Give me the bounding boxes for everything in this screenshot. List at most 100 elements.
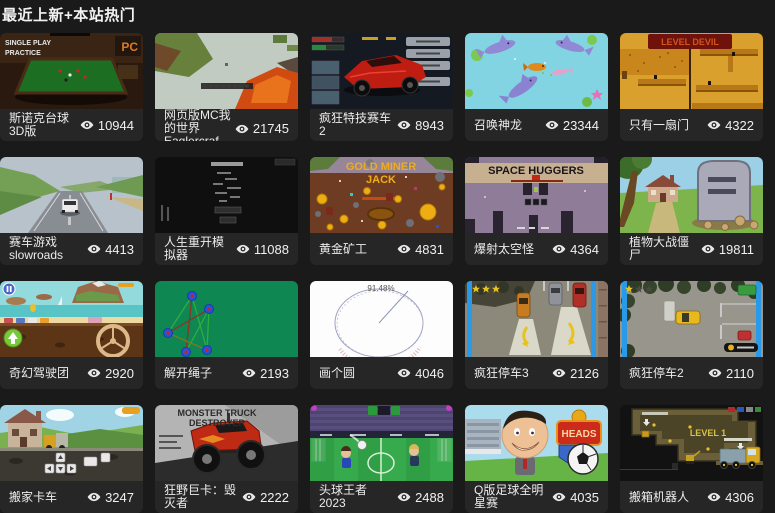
slowroads-thumb-art: [0, 157, 143, 233]
game-title: 赛车游戏 slowroads: [9, 236, 83, 262]
game-card[interactable]: SPACE HUGGERS 爆射太空怪 4364: [465, 157, 608, 265]
views-icon: [701, 242, 715, 256]
card-footer: 人生重开模拟器 11088: [155, 233, 298, 265]
thumb-overlay-text: JACK: [366, 174, 396, 186]
view-count: 4306: [707, 490, 754, 505]
head-soccer-thumb-art: [310, 405, 453, 481]
game-thumbnail: [310, 405, 453, 481]
views-icon: [242, 490, 256, 504]
game-card[interactable]: MONSTER TRUCK DESTROYER 狂野巨卡：毁灭者 2222: [155, 405, 298, 513]
card-footer: 赛车游戏 slowroads 4413: [0, 233, 143, 265]
game-thumbnail: MONSTER TRUCK DESTROYER: [155, 405, 298, 481]
view-count: 2488: [397, 490, 444, 505]
card-footer: 搬箱机器人 4306: [620, 481, 763, 513]
game-card[interactable]: 网页版MC我的世界Eaglercraf... 21745: [155, 33, 298, 141]
view-count-value: 4046: [415, 366, 444, 381]
view-count-value: 8943: [415, 118, 444, 133]
view-count-value: 4364: [570, 242, 599, 257]
views-icon: [397, 242, 411, 256]
game-card[interactable]: 疯狂特技赛车2 8943: [310, 33, 453, 141]
card-footer: Q版足球全明星赛 4035: [465, 481, 608, 513]
view-count-value: 4831: [415, 242, 444, 257]
game-title: 搬家卡车: [9, 491, 57, 504]
game-thumbnail: [0, 405, 143, 481]
view-count: 4322: [707, 118, 754, 133]
thumb-overlay-text: MONSTER TRUCK: [178, 408, 257, 418]
thumb-overlay-text: SINGLE PLAY: [5, 40, 51, 47]
views-icon: [235, 122, 249, 136]
game-thumbnail: [0, 157, 143, 233]
game-title: 黄金矿工: [319, 243, 367, 256]
view-count: 4046: [397, 366, 444, 381]
game-card[interactable]: 植物大战僵尸 19811: [620, 157, 763, 265]
view-count-value: 11088: [254, 242, 289, 257]
card-footer: 画个圆 4046: [310, 357, 453, 389]
views-icon: [397, 490, 411, 504]
game-card[interactable]: HEADS Q版足球全明星赛 4035: [465, 405, 608, 513]
views-icon: [552, 242, 566, 256]
game-card[interactable]: 91.48% 画个圆 4046: [310, 281, 453, 389]
card-footer: 斯诺克台球3D版 10944: [0, 109, 143, 141]
thumb-overlay-text: LEVEL 1: [690, 428, 726, 438]
life-restart-thumb-art: [155, 157, 298, 233]
game-thumbnail: [465, 33, 608, 109]
view-count-value: 23344: [563, 118, 599, 133]
view-count: 3247: [87, 490, 134, 505]
game-card[interactable]: 搬家卡车 3247: [0, 405, 143, 513]
card-footer: 只有一扇门 4322: [620, 109, 763, 141]
game-title: 人生重开模拟器: [164, 236, 232, 262]
game-card[interactable]: 疯狂停车3 2126: [465, 281, 608, 389]
monster-truck-thumb-art: MONSTER TRUCK DESTROYER: [155, 405, 298, 481]
game-card[interactable]: 赛车游戏 slowroads 4413: [0, 157, 143, 265]
views-icon: [552, 366, 566, 380]
thumb-overlay-text: PC: [121, 40, 138, 54]
views-icon: [87, 490, 101, 504]
view-count: 2126: [552, 366, 599, 381]
views-icon: [80, 118, 94, 132]
game-grid: SINGLE PLAY PRACTICE PC 斯诺克台球3D版 10944: [0, 33, 775, 513]
game-card[interactable]: GOLD MINER JACK 黄金矿工 4831: [310, 157, 453, 265]
card-footer: 疯狂停车2 2110: [620, 357, 763, 389]
heads-football-thumb-art: HEADS: [465, 405, 608, 481]
view-count-value: 4413: [105, 242, 134, 257]
thumb-overlay-text: 91.48%: [367, 284, 394, 293]
thumb-overlay-text: PRACTICE: [5, 50, 41, 57]
game-card[interactable]: LEVEL DEVIL 只有一扇门 4322: [620, 33, 763, 141]
minecraft-thumb-art: [155, 33, 298, 109]
view-count-value: 4306: [725, 490, 754, 505]
game-thumbnail: HEADS: [465, 405, 608, 481]
views-icon: [545, 118, 559, 132]
card-footer: 疯狂停车3 2126: [465, 357, 608, 389]
thumb-overlay-text: GOLD MINER: [346, 161, 416, 173]
view-count-value: 2193: [260, 366, 289, 381]
view-count: 10944: [80, 118, 134, 133]
game-card[interactable]: 召唤神龙 23344: [465, 33, 608, 141]
view-count-value: 3247: [105, 490, 134, 505]
game-card[interactable]: SINGLE PLAY PRACTICE PC 斯诺克台球3D版 10944: [0, 33, 143, 141]
snooker-thumb-art: SINGLE PLAY PRACTICE PC: [0, 33, 143, 109]
game-card[interactable]: 奇幻驾驶团 2920: [0, 281, 143, 389]
game-title: 奇幻驾驶团: [9, 367, 69, 380]
untangle-thumb-art: [155, 281, 298, 357]
game-card[interactable]: 疯狂停车2 2110: [620, 281, 763, 389]
views-icon: [242, 366, 256, 380]
game-thumbnail: [620, 281, 763, 357]
game-title: Q版足球全明星赛: [474, 484, 548, 510]
game-thumbnail: [155, 281, 298, 357]
card-footer: 奇幻驾驶团 2920: [0, 357, 143, 389]
card-footer: 网页版MC我的世界Eaglercraf... 21745: [155, 109, 298, 141]
view-count-value: 4322: [725, 118, 754, 133]
view-count: 23344: [545, 118, 599, 133]
game-title: 召唤神龙: [474, 119, 522, 132]
game-thumbnail: [155, 157, 298, 233]
game-card[interactable]: 头球王者2023 2488: [310, 405, 453, 513]
box-robot-thumb-art: LEVEL 1: [620, 405, 763, 481]
game-card[interactable]: 人生重开模拟器 11088: [155, 157, 298, 265]
gold-miner-thumb-art: GOLD MINER JACK: [310, 157, 453, 233]
card-footer: 植物大战僵尸 19811: [620, 233, 763, 265]
game-card[interactable]: 解开绳子 2193: [155, 281, 298, 389]
game-card[interactable]: LEVEL 1 搬箱机器人 4306: [620, 405, 763, 513]
parking3-thumb-art: [465, 281, 608, 357]
thumb-overlay-text: DESTROYER: [189, 418, 246, 428]
card-footer: 爆射太空怪 4364: [465, 233, 608, 265]
